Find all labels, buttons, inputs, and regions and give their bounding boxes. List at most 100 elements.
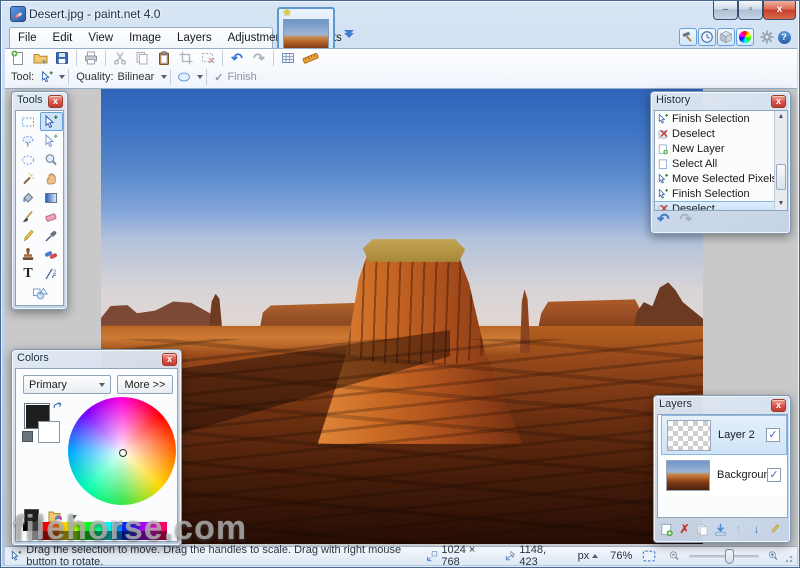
tool-line-curve[interactable]: 2 bbox=[40, 264, 63, 283]
history-panel-close-icon[interactable]: x bbox=[771, 95, 786, 108]
help-button[interactable]: ? bbox=[775, 28, 793, 46]
grid-button[interactable] bbox=[277, 49, 299, 67]
layers-toggle-button[interactable] bbox=[717, 28, 735, 46]
tool-zoom[interactable] bbox=[40, 150, 63, 169]
palette-swatch[interactable] bbox=[23, 522, 32, 531]
history-item[interactable]: Deselect bbox=[655, 126, 787, 141]
merge-down-button[interactable] bbox=[712, 521, 729, 537]
palette-swatch[interactable] bbox=[122, 522, 131, 531]
history-toggle-button[interactable] bbox=[698, 28, 716, 46]
tool-paintbrush[interactable] bbox=[17, 207, 40, 226]
colors-panel-close-icon[interactable]: x bbox=[162, 353, 177, 366]
menu-view[interactable]: View bbox=[80, 32, 121, 44]
tools-panel-close-icon[interactable]: x bbox=[48, 95, 63, 108]
palette-swatch[interactable] bbox=[86, 531, 95, 540]
copy-button[interactable] bbox=[131, 49, 153, 67]
scroll-down-icon[interactable]: ▼ bbox=[775, 198, 787, 210]
palette-swatch[interactable] bbox=[95, 531, 104, 540]
zoom-in-button[interactable] bbox=[767, 549, 779, 563]
history-undo-button[interactable]: ↶ bbox=[657, 213, 670, 227]
menu-file[interactable]: File bbox=[10, 32, 45, 44]
layer-properties-button[interactable] bbox=[766, 521, 783, 537]
zoom-out-button[interactable] bbox=[668, 549, 680, 563]
move-layer-up-button[interactable]: ↑ bbox=[730, 521, 747, 537]
selection-shape-button[interactable] bbox=[174, 68, 194, 86]
print-button[interactable] bbox=[80, 49, 102, 67]
tools-toggle-button[interactable] bbox=[679, 28, 697, 46]
quality-value[interactable]: Bilinear bbox=[118, 71, 155, 83]
color-wheel-selector[interactable] bbox=[119, 449, 127, 457]
history-scrollbar[interactable]: ▲ ▼ bbox=[774, 111, 787, 210]
palette-caret-icon[interactable] bbox=[71, 515, 77, 519]
tool-shapes[interactable] bbox=[28, 283, 51, 302]
new-document-button[interactable] bbox=[7, 49, 29, 67]
history-item[interactable]: Move Selected Pixels bbox=[655, 171, 787, 186]
colors-toggle-button[interactable] bbox=[736, 28, 754, 46]
duplicate-layer-button[interactable] bbox=[694, 521, 711, 537]
palette-swatch[interactable] bbox=[68, 531, 77, 540]
palette-swatch[interactable] bbox=[41, 522, 50, 531]
palette-swatch[interactable] bbox=[68, 522, 77, 531]
history-item[interactable]: Select All bbox=[655, 156, 787, 171]
close-button[interactable]: x bbox=[763, 1, 796, 20]
history-item-selected[interactable]: Deselect bbox=[655, 201, 787, 211]
ruler-button[interactable] bbox=[299, 49, 321, 67]
palette-swatch[interactable] bbox=[122, 531, 131, 540]
palette-swatch[interactable] bbox=[50, 522, 59, 531]
layer-row-layer2[interactable]: Layer 2 ✓ bbox=[661, 415, 787, 455]
history-item[interactable]: Finish Selection bbox=[655, 111, 787, 126]
unit-caret-icon[interactable] bbox=[592, 554, 598, 558]
desert-image-canvas[interactable] bbox=[101, 89, 703, 544]
palette-swatch[interactable] bbox=[158, 522, 167, 531]
palette-swatch[interactable] bbox=[77, 522, 86, 531]
tool-text[interactable]: T bbox=[17, 264, 40, 283]
palette-swatch[interactable] bbox=[86, 522, 95, 531]
tool-eraser[interactable] bbox=[40, 207, 63, 226]
menu-edit[interactable]: Edit bbox=[45, 32, 81, 44]
resize-grip[interactable] bbox=[785, 553, 794, 563]
tool-pan[interactable] bbox=[40, 169, 63, 188]
palette-swatch[interactable] bbox=[131, 531, 140, 540]
save-button[interactable] bbox=[51, 49, 73, 67]
menu-image[interactable]: Image bbox=[121, 32, 169, 44]
redo-button[interactable]: ↷ bbox=[248, 49, 270, 67]
layer-visibility-checkbox[interactable]: ✓ bbox=[767, 468, 781, 482]
layer-visibility-checkbox[interactable]: ✓ bbox=[766, 428, 780, 442]
add-layer-button[interactable] bbox=[658, 521, 675, 537]
zoom-slider[interactable] bbox=[689, 555, 759, 558]
tool-gradient[interactable] bbox=[40, 188, 63, 207]
palette-swatch[interactable] bbox=[104, 522, 113, 531]
tool-move-selection[interactable] bbox=[40, 131, 63, 150]
tool-dropdown-caret-icon[interactable] bbox=[59, 75, 65, 79]
tool-magic-wand[interactable] bbox=[17, 169, 40, 188]
palette-swatch[interactable] bbox=[59, 531, 68, 540]
palette-swatch[interactable] bbox=[113, 531, 122, 540]
palette-swatch[interactable] bbox=[140, 522, 149, 531]
unit-dropdown[interactable]: px bbox=[578, 550, 590, 562]
secondary-color-swatch[interactable] bbox=[38, 421, 60, 443]
palette-swatch[interactable] bbox=[23, 531, 32, 540]
tool-rectangle-select[interactable] bbox=[17, 112, 40, 131]
tool-ellipse-select[interactable] bbox=[17, 150, 40, 169]
palette-swatch[interactable] bbox=[140, 531, 149, 540]
finish-button[interactable]: Finish bbox=[227, 71, 256, 83]
image-list-chevron-icon[interactable] bbox=[341, 30, 356, 43]
tool-recolor[interactable] bbox=[40, 245, 63, 264]
palette-swatch[interactable] bbox=[158, 531, 167, 540]
delete-layer-button[interactable]: ✗ bbox=[676, 521, 693, 537]
tool-clone-stamp[interactable] bbox=[17, 245, 40, 264]
palette-swatch[interactable] bbox=[77, 531, 86, 540]
zoom-slider-thumb[interactable] bbox=[725, 549, 734, 564]
more-button[interactable]: More >> bbox=[117, 375, 173, 394]
tool-pencil[interactable] bbox=[17, 226, 40, 245]
settings-button[interactable] bbox=[758, 28, 776, 46]
palette-swatch[interactable] bbox=[95, 522, 104, 531]
palette-swatch[interactable] bbox=[149, 531, 158, 540]
palette-swatch[interactable] bbox=[104, 531, 113, 540]
palette-swatch[interactable] bbox=[131, 522, 140, 531]
crop-button[interactable] bbox=[175, 49, 197, 67]
palette-swatch[interactable] bbox=[113, 522, 122, 531]
undo-button[interactable]: ↶ bbox=[226, 49, 248, 67]
paste-button[interactable] bbox=[153, 49, 175, 67]
scrollbar-thumb[interactable] bbox=[776, 164, 786, 190]
